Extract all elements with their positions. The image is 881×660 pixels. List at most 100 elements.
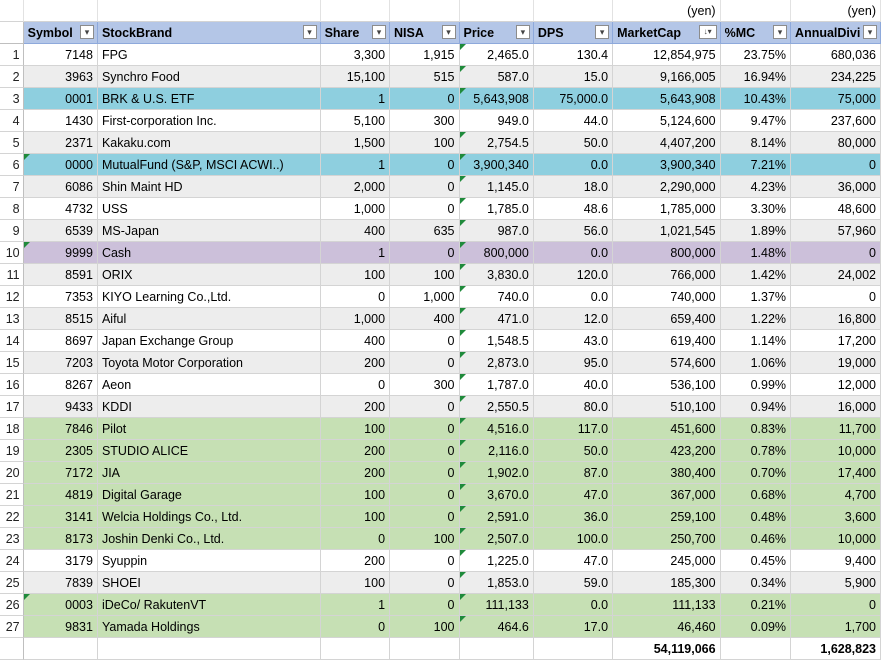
market-cap-cell[interactable]: 5,124,600 [613,110,721,132]
price-cell[interactable]: 3,900,340 [459,154,534,176]
pct-mc-cell[interactable]: 0.99% [720,374,792,396]
header-dps[interactable]: DPS ▾ [533,22,614,44]
nisa-cell[interactable]: 0 [390,242,460,264]
dps-cell[interactable]: 12.0 [533,308,614,330]
share-cell[interactable]: 100 [320,264,391,286]
dps-cell[interactable]: 87.0 [533,462,614,484]
price-cell[interactable]: 1,225.0 [459,550,534,572]
market-cap-cell[interactable]: 5,643,908 [613,88,721,110]
stock-brand-cell[interactable]: Digital Garage [97,484,321,506]
cell[interactable] [320,0,391,22]
header-market-cap[interactable]: MarketCap ↓▾ [613,22,721,44]
row-number[interactable]: 18 [0,418,24,440]
pct-mc-cell[interactable]: 1.14% [720,330,792,352]
pct-mc-cell[interactable]: 0.48% [720,506,792,528]
symbol-cell[interactable]: 2305 [23,440,98,462]
pct-mc-cell[interactable]: 1.48% [720,242,792,264]
share-cell[interactable]: 0 [320,616,391,638]
share-cell[interactable]: 100 [320,484,391,506]
share-cell[interactable]: 5,100 [320,110,391,132]
row-number[interactable]: 10 [0,242,24,264]
row-number-blank[interactable] [0,638,24,660]
row-number[interactable]: 7 [0,176,24,198]
market-cap-unit[interactable]: (yen) [613,0,721,22]
price-cell[interactable]: 587.0 [459,66,534,88]
price-cell[interactable]: 2,116.0 [459,440,534,462]
share-cell[interactable]: 0 [320,528,391,550]
row-number[interactable]: 20 [0,462,24,484]
pct-mc-cell[interactable]: 0.34% [720,572,792,594]
nisa-cell[interactable]: 1,000 [390,286,460,308]
market-cap-cell[interactable]: 245,000 [613,550,721,572]
stock-brand-cell[interactable]: KIYO Learning Co.,Ltd. [97,286,321,308]
header-price[interactable]: Price ▾ [459,22,534,44]
annual-divi-cell[interactable]: 237,600 [791,110,881,132]
annual-divi-cell[interactable]: 19,000 [791,352,881,374]
dps-cell[interactable]: 75,000.0 [533,88,614,110]
market-cap-cell[interactable]: 4,407,200 [613,132,721,154]
market-cap-cell[interactable]: 380,400 [613,462,721,484]
symbol-cell[interactable]: 6539 [23,220,98,242]
annual-divi-cell[interactable]: 4,700 [791,484,881,506]
header-pct-mc[interactable]: %MC ▾ [720,22,792,44]
dps-cell[interactable]: 50.0 [533,132,614,154]
nisa-cell[interactable]: 0 [390,572,460,594]
symbol-cell[interactable]: 3141 [23,506,98,528]
nisa-cell[interactable]: 0 [390,484,460,506]
pct-mc-cell[interactable]: 0.78% [720,440,792,462]
row-number[interactable]: 12 [0,286,24,308]
price-cell[interactable]: 800,000 [459,242,534,264]
price-cell[interactable]: 1,787.0 [459,374,534,396]
row-number[interactable]: 19 [0,440,24,462]
symbol-cell[interactable]: 4819 [23,484,98,506]
nisa-cell[interactable]: 100 [390,264,460,286]
market-cap-cell[interactable]: 111,133 [613,594,721,616]
share-cell[interactable]: 15,100 [320,66,391,88]
price-cell[interactable]: 1,145.0 [459,176,534,198]
nisa-cell[interactable]: 0 [390,330,460,352]
row-number[interactable]: 22 [0,506,24,528]
nisa-cell[interactable]: 0 [390,198,460,220]
annual-divi-cell[interactable]: 9,400 [791,550,881,572]
price-cell[interactable]: 2,873.0 [459,352,534,374]
annual-divi-cell[interactable]: 36,000 [791,176,881,198]
symbol-cell[interactable]: 7172 [23,462,98,484]
price-cell[interactable]: 3,830.0 [459,264,534,286]
annual-divi-cell[interactable]: 16,000 [791,396,881,418]
filter-dropdown-icon[interactable]: ▾ [302,25,317,39]
price-cell[interactable]: 1,853.0 [459,572,534,594]
header-symbol[interactable]: Symbol ▾ [23,22,98,44]
symbol-cell[interactable]: 3963 [23,66,98,88]
share-cell[interactable]: 1,500 [320,132,391,154]
row-number[interactable]: 26 [0,594,24,616]
filter-dropdown-icon[interactable]: ▾ [79,25,94,39]
stock-brand-cell[interactable]: Yamada Holdings [97,616,321,638]
stock-brand-cell[interactable]: Syuppin [97,550,321,572]
total-annual-divi[interactable]: 1,628,823 [791,638,881,660]
dps-cell[interactable]: 0.0 [533,154,614,176]
share-cell[interactable]: 200 [320,352,391,374]
row-number[interactable]: 27 [0,616,24,638]
share-cell[interactable]: 0 [320,286,391,308]
stock-brand-cell[interactable]: Pilot [97,418,321,440]
cell[interactable] [23,0,98,22]
row-number[interactable]: 23 [0,528,24,550]
dps-cell[interactable]: 0.0 [533,242,614,264]
row-number-blank[interactable] [0,22,24,44]
row-number[interactable]: 4 [0,110,24,132]
pct-mc-cell[interactable]: 10.43% [720,88,792,110]
price-cell[interactable]: 1,902.0 [459,462,534,484]
stock-brand-cell[interactable]: JIA [97,462,321,484]
stock-brand-cell[interactable]: Toyota Motor Corporation [97,352,321,374]
stock-brand-cell[interactable]: FPG [97,44,321,66]
total-market-cap[interactable]: 54,119,066 [613,638,721,660]
stock-brand-cell[interactable]: Joshin Denki Co., Ltd. [97,528,321,550]
row-number[interactable]: 9 [0,220,24,242]
dps-cell[interactable]: 80.0 [533,396,614,418]
annual-divi-cell[interactable]: 680,036 [791,44,881,66]
stock-brand-cell[interactable]: Cash [97,242,321,264]
price-cell[interactable]: 2,550.5 [459,396,534,418]
stock-brand-cell[interactable]: Aiful [97,308,321,330]
share-cell[interactable]: 200 [320,396,391,418]
stock-brand-cell[interactable]: Japan Exchange Group [97,330,321,352]
